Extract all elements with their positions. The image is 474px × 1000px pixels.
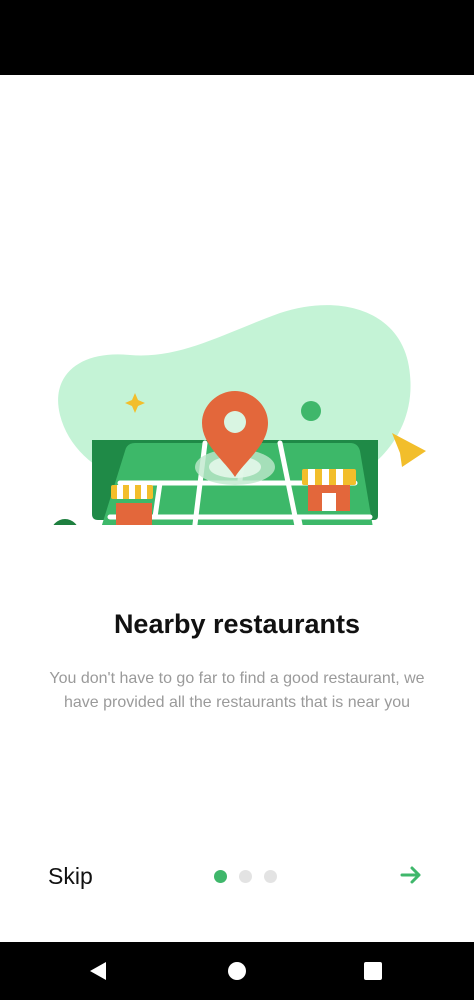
back-triangle-icon[interactable] [68, 942, 128, 1000]
page-description: You don't have to go far to find a good … [49, 670, 425, 711]
decor-circle-dark [53, 519, 77, 525]
onboarding-screen: Nearby restaurants You don't have to go … [0, 75, 474, 942]
paper-plane-icon [392, 433, 426, 467]
page-dot-2[interactable] [239, 870, 252, 883]
restaurant-left-icon [111, 485, 153, 525]
page-title: Nearby restaurants [113, 609, 361, 639]
system-navigation-bar [0, 942, 474, 1000]
skip-button[interactable]: Skip [48, 863, 93, 890]
decor-circle-small [301, 401, 321, 421]
page-indicator [214, 870, 277, 883]
status-bar [0, 0, 474, 75]
recents-square-icon[interactable] [343, 942, 403, 1000]
arrow-right-icon[interactable] [398, 861, 424, 889]
home-circle-icon[interactable] [207, 942, 267, 1000]
map-illustration [53, 305, 426, 525]
page-dot-1[interactable] [214, 870, 227, 883]
restaurant-right-icon [302, 469, 356, 511]
page-dot-3[interactable] [264, 870, 277, 883]
